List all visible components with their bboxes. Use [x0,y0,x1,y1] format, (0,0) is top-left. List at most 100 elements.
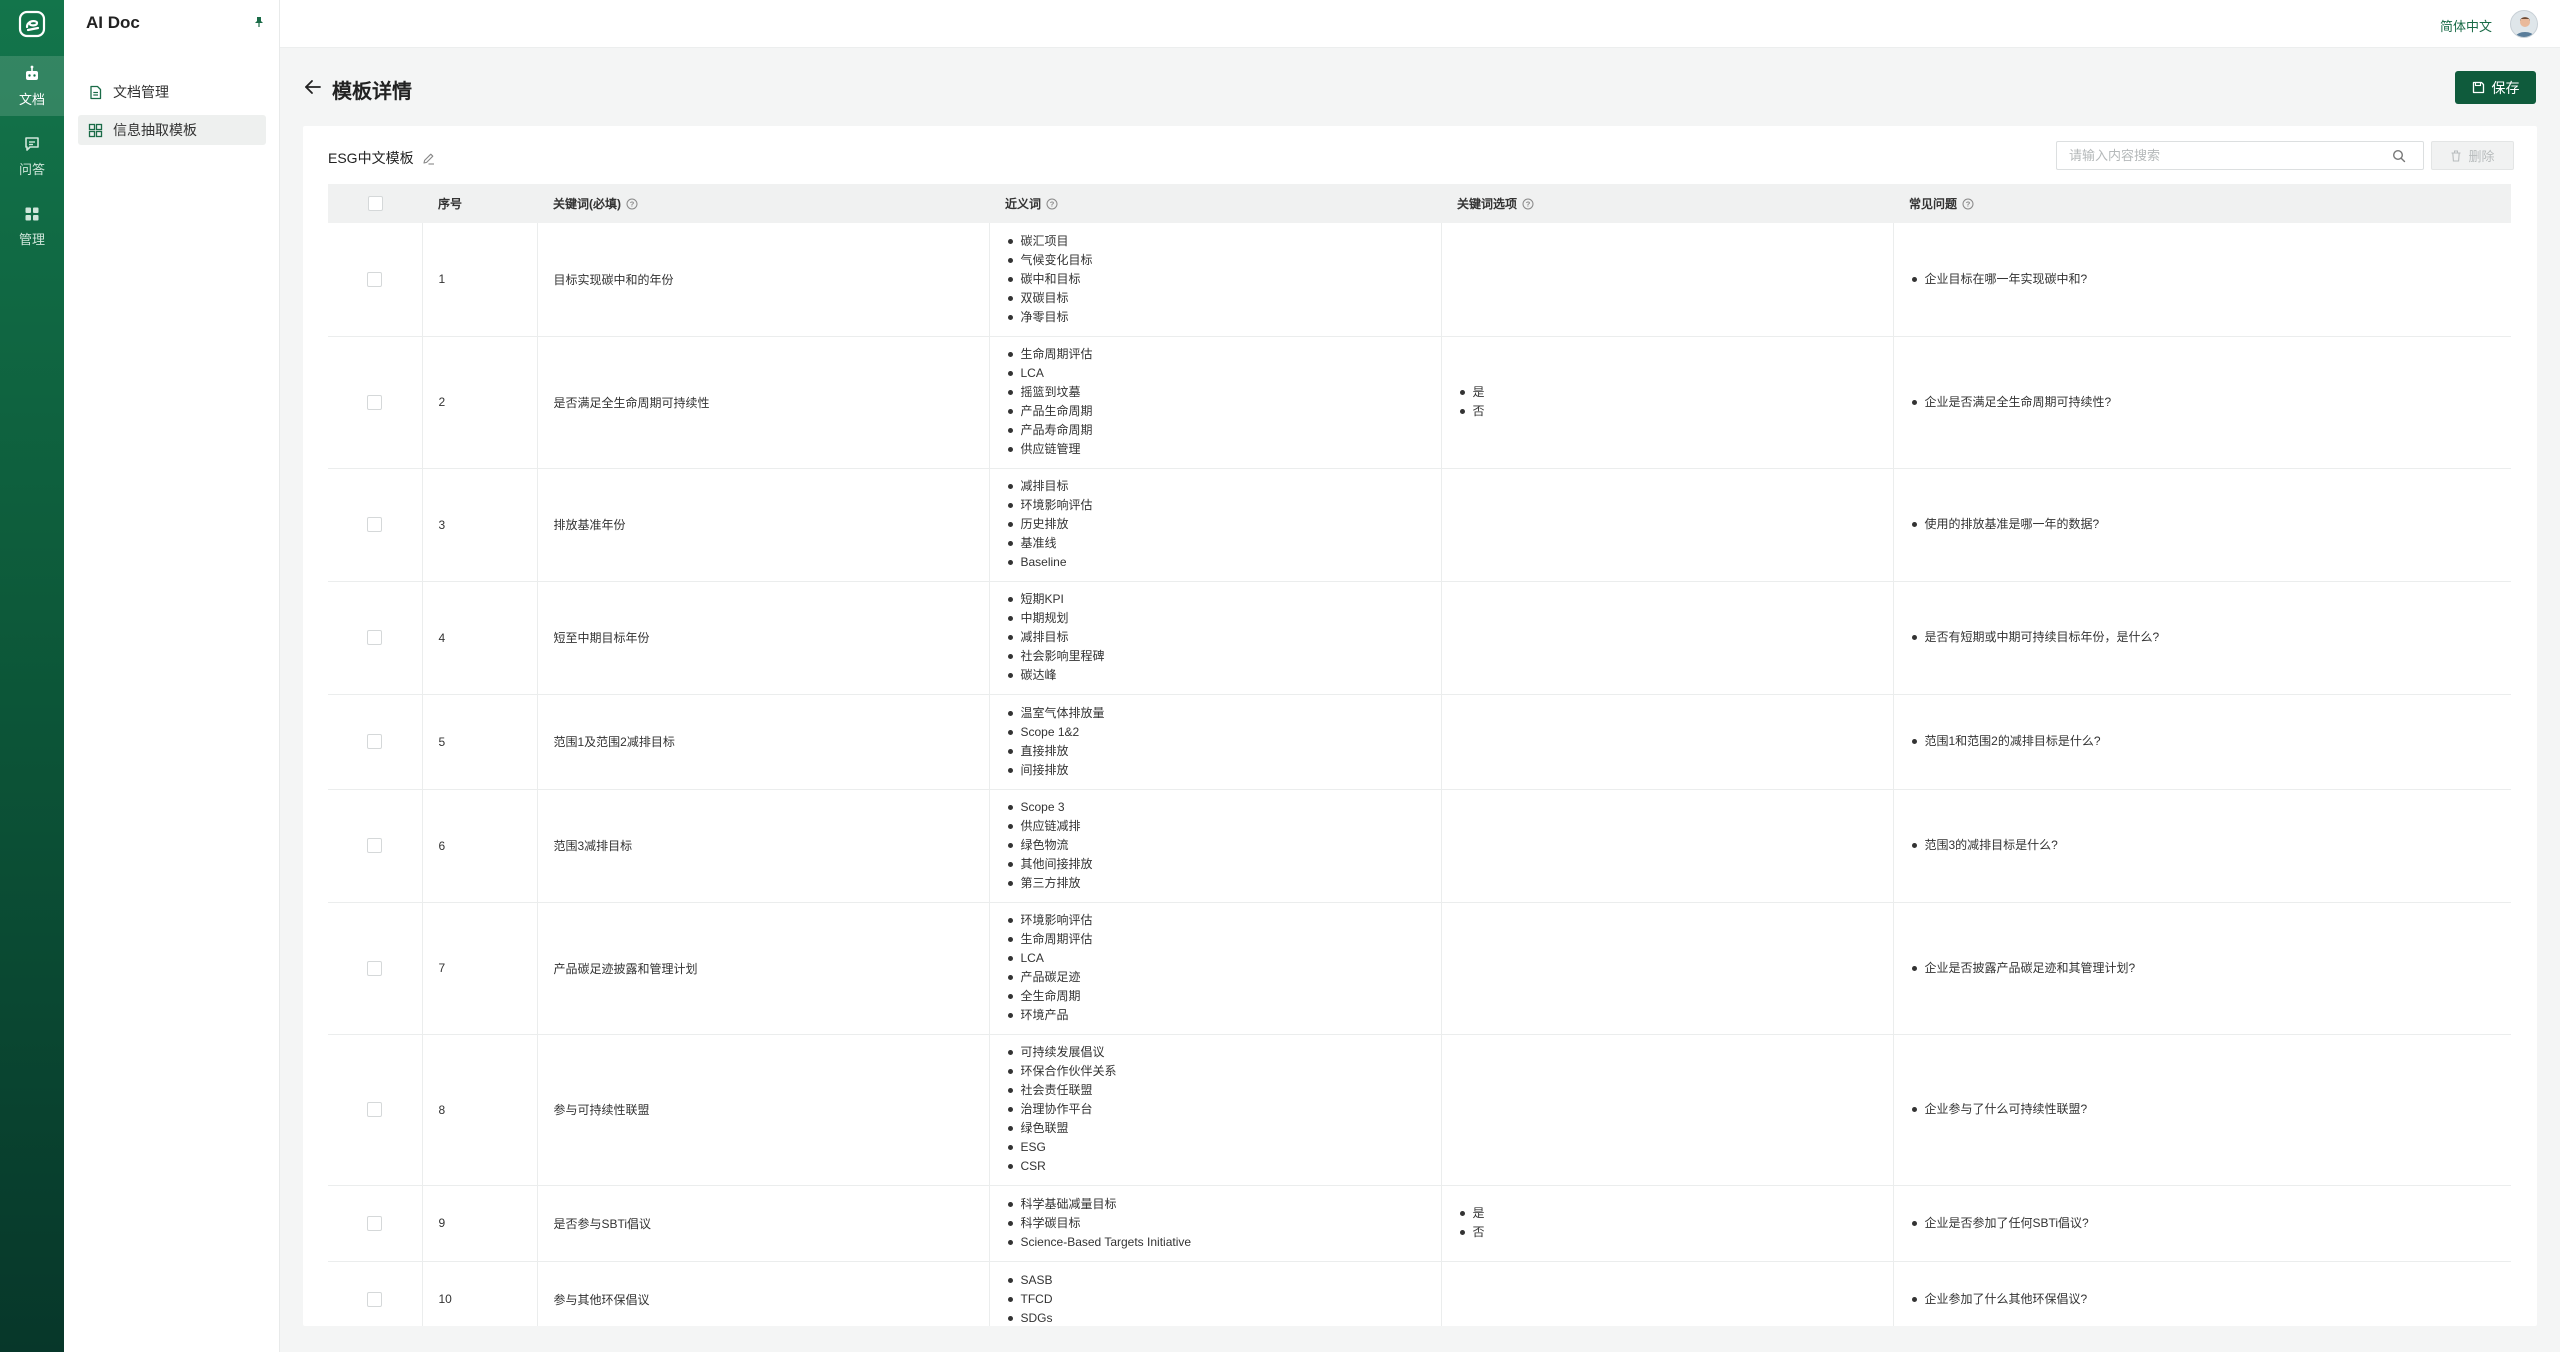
list-item: 其他间接排放 [1006,855,1441,874]
row-synonyms: 温室气体排放量 Scope 1&2 直接排放 间接排放 [989,694,1442,790]
table-row[interactable]: 2 是否满足全生命周期可持续性 生命周期评估 LCA 摇篮到坟墓 产品生命周期 产品寿命周期… [328,336,2512,469]
row-checkbox[interactable] [367,1102,383,1118]
list-item: 碳达峰 [1006,666,1441,685]
help-icon[interactable]: ? [1522,198,1534,210]
rail-item-admin[interactable]: 管理 [0,196,64,256]
template-grid-icon [88,123,103,137]
list-item: 范围1和范围2的减排目标是什么? [1910,732,2512,751]
table-row[interactable]: 8 参与可持续性联盟 可持续发展倡议 环保合作伙伴关系 社会责任联盟 治理协作平台 绿色联盟… [328,1034,2512,1186]
table-row[interactable]: 9 是否参与SBTi倡议 科学基础减量目标 科学碳目标 Science-Based Ta… [328,1185,2512,1262]
row-select-cell[interactable] [328,694,423,790]
save-button[interactable]: 保存 [2455,71,2536,104]
row-select-cell[interactable] [328,1034,423,1186]
select-all-checkbox[interactable] [367,196,383,212]
rail-item-docs[interactable]: 文档 [0,56,64,116]
row-faq: 企业目标在哪一年实现碳中和? [1893,223,2511,337]
row-checkbox[interactable] [367,1215,383,1231]
table-row[interactable]: 5 范围1及范围2减排目标 温室气体排放量 Scope 1&2 直接排放 间接排放 范围1和… [328,694,2512,790]
row-select-cell[interactable] [328,223,423,337]
row-checkbox[interactable] [367,1291,383,1307]
row-faq-list: 企业是否参加了任何SBTi倡议? [1910,1214,2512,1233]
menu-item-extraction-template[interactable]: 信息抽取模板 [78,115,266,145]
list-item: 产品碳足迹 [1006,968,1441,987]
template-card: ESG中文模板 删除 序号 关键词(必填) ? 近义词 [303,126,2537,1326]
row-checkbox[interactable] [367,271,383,287]
row-checkbox[interactable] [367,734,383,750]
back-arrow-icon[interactable] [303,77,323,97]
search-icon[interactable] [2392,149,2406,163]
pin-icon[interactable] [254,16,264,28]
side-panel: AI Doc 文档管理 信息抽取模板 [64,0,280,1352]
row-synonyms-list: 短期KPI 中期规划 减排目标 社会影响里程碑 碳达峰 [1006,590,1441,685]
app-logo-icon[interactable] [18,10,46,38]
delete-button[interactable]: 删除 [2431,141,2514,170]
row-select-cell[interactable] [328,1185,423,1262]
header-select-all[interactable] [328,184,422,223]
row-keyword: 参与其他环保倡议 [537,1261,990,1326]
robot-icon [26,65,38,80]
avatar[interactable] [2510,10,2538,38]
menu-item-document-management[interactable]: 文档管理 [78,77,266,107]
help-icon[interactable]: ? [626,198,638,210]
row-synonyms-list: Scope 3 供应链减排 绿色物流 其他间接排放 第三方排放 [1006,798,1441,893]
header-faq: 常见问题 ? [1893,184,2511,223]
list-item: 企业是否满足全生命周期可持续性? [1910,393,2512,412]
row-select-cell[interactable] [328,902,423,1035]
list-item: 间接排放 [1006,761,1441,780]
rail-item-qa-label: 问答 [18,161,45,177]
row-faq: 企业是否满足全生命周期可持续性? [1893,336,2512,469]
language-switch[interactable]: 简体中文 [2440,16,2492,35]
row-checkbox[interactable] [367,517,383,533]
row-index: 4 [422,581,538,695]
table-row[interactable]: 4 短至中期目标年份 短期KPI 中期规划 减排目标 社会影响里程碑 碳达峰 是否有短期或中期… [328,581,2511,695]
list-item: 企业参与了什么可持续性联盟? [1910,1100,2512,1119]
row-select-cell[interactable] [328,336,423,469]
row-synonyms: Scope 3 供应链减排 绿色物流 其他间接排放 第三方排放 [989,789,1442,903]
row-checkbox[interactable] [367,630,383,646]
list-item: 环境影响评估 [1006,496,1441,515]
list-item: Science-Based Targets Initiative [1006,1233,1441,1252]
list-item: 碳中和目标 [1006,270,1441,289]
table-row[interactable]: 7 产品碳足迹披露和管理计划 环境影响评估 生命周期评估 LCA 产品碳足迹 全生命周期 环境… [328,902,2512,1035]
search-input[interactable] [2056,141,2424,170]
row-index: 2 [422,336,538,469]
user-avatar-icon [2515,17,2535,37]
table-row[interactable]: 6 范围3减排目标 Scope 3 供应链减排 绿色物流 其他间接排放 第三方排放 范围3的减… [328,789,2511,903]
grid-icon [25,207,39,220]
row-synonyms-list: 环境影响评估 生命周期评估 LCA 产品碳足迹 全生命周期 环境产品 [1006,911,1441,1025]
edit-icon[interactable] [422,152,435,165]
table-row[interactable]: 10 参与其他环保倡议 SASB TFCD SDGs 企业参加了什么其他环保倡议? [328,1261,2511,1326]
row-keyword: 是否参与SBTi倡议 [537,1185,990,1262]
list-item: 减排目标 [1006,628,1441,647]
list-item: 否 [1458,402,1893,421]
row-checkbox[interactable] [367,960,383,976]
list-item: 生命周期评估 [1006,345,1441,364]
help-icon[interactable]: ? [1962,198,1974,210]
svg-text:?: ? [1966,199,1971,208]
row-select-cell[interactable] [328,581,423,695]
table-row[interactable]: 3 排放基准年份 减排目标 环境影响评估 历史排放 基准线 Baseline 使用的排放基准是… [328,468,2511,582]
row-checkbox[interactable] [367,838,383,854]
list-item: 企业是否披露产品碳足迹和其管理计划? [1910,959,2512,978]
row-options [1441,902,1894,1035]
row-synonyms-list: 生命周期评估 LCA 摇篮到坟墓 产品生命周期 产品寿命周期 供应链管理 [1006,345,1441,459]
row-synonyms: 碳汇项目 气候变化目标 碳中和目标 双碳目标 净零目标 [989,223,1442,337]
list-item: TFCD [1006,1290,1441,1309]
rail-item-admin-label: 管理 [18,231,45,247]
row-options [1441,1261,1894,1326]
delete-button-label: 删除 [2468,149,2495,164]
row-keyword: 参与可持续性联盟 [537,1034,990,1186]
help-icon[interactable]: ? [1046,198,1058,210]
row-select-cell[interactable] [328,789,423,903]
row-select-cell[interactable] [328,468,423,582]
template-name-text: ESG中文模板 [328,150,414,166]
row-checkbox[interactable] [367,394,383,410]
list-item: 治理协作平台 [1006,1100,1441,1119]
table-row[interactable]: 1 目标实现碳中和的年份 碳汇项目 气候变化目标 碳中和目标 双碳目标 净零目标 企业目标在哪… [328,223,2511,337]
row-select-cell[interactable] [328,1261,423,1326]
row-options: 是否 [1441,1185,1894,1262]
row-keyword: 是否满足全生命周期可持续性 [537,336,990,469]
rail-item-qa[interactable]: 问答 [0,126,64,186]
row-synonyms: 减排目标 环境影响评估 历史排放 基准线 Baseline [989,468,1442,582]
row-faq: 使用的排放基准是哪一年的数据? [1893,468,2511,582]
